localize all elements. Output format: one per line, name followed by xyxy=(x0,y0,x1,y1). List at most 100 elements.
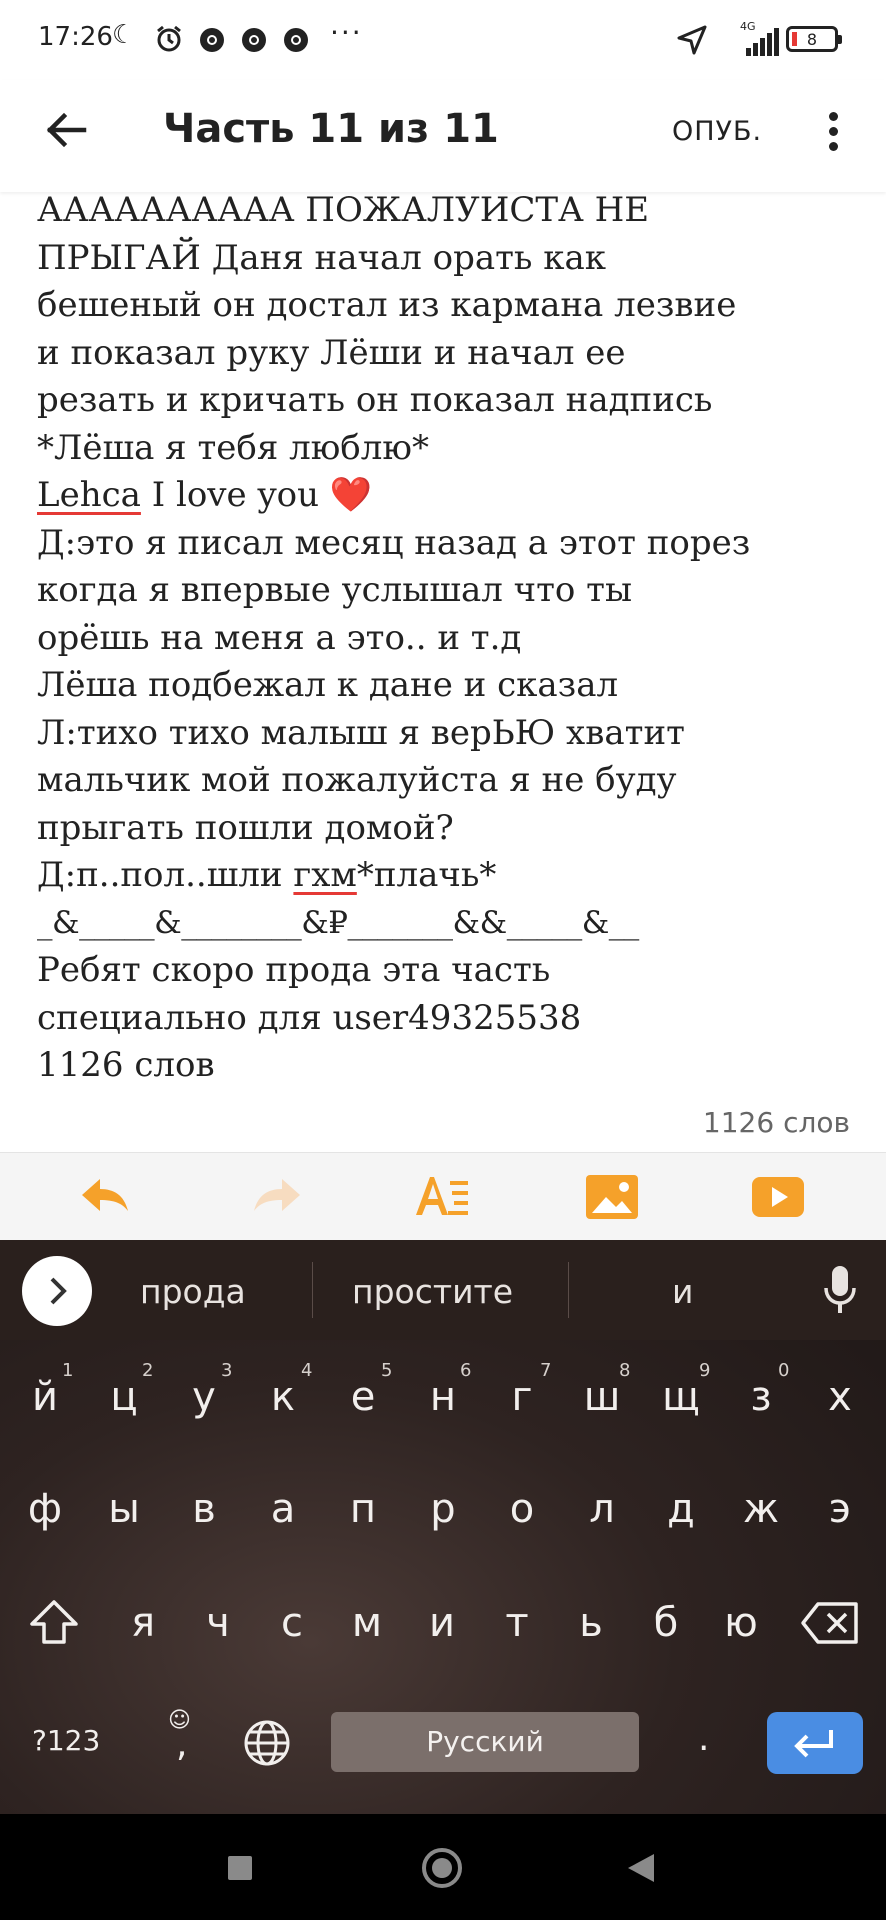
key[interactable]: э xyxy=(810,1486,870,1532)
back-arrow-icon[interactable] xyxy=(40,104,92,156)
navigation-bar xyxy=(0,1814,886,1920)
suggestion-strip: прода простите и xyxy=(0,1240,886,1340)
editor-toolbar xyxy=(0,1152,886,1242)
enter-button[interactable] xyxy=(767,1712,863,1774)
chevron-right-icon xyxy=(50,1277,67,1305)
key-hint: 6 xyxy=(460,1360,472,1381)
text-line: ПРЫГАЙ Даня начал орать как xyxy=(37,237,607,278)
text-line: АААААААААА ПОЖАЛУИСТА НЕ xyxy=(37,190,650,230)
redo-icon[interactable] xyxy=(248,1169,304,1225)
chrome-icon xyxy=(200,28,224,52)
key-hint: 1 xyxy=(62,1360,74,1381)
text-line: 1126 слов xyxy=(37,1045,215,1085)
key-hint: 7 xyxy=(540,1360,552,1381)
text-span: Д:п..пол..шли xyxy=(37,855,294,895)
key[interactable]: р xyxy=(413,1486,473,1532)
text-line: когда я впервые услышал что ты xyxy=(37,570,633,610)
key[interactable]: в xyxy=(174,1486,234,1532)
home-icon[interactable] xyxy=(420,1846,464,1890)
text-line: Д:это я писал месяц назад а этот порез xyxy=(37,522,751,563)
text-line: Д:п..пол..шли гхм*плачь* xyxy=(37,852,867,900)
word-count: 1126 слов xyxy=(702,1106,850,1139)
key[interactable]: ж xyxy=(731,1486,791,1532)
suggestion[interactable]: и xyxy=(672,1272,693,1311)
key[interactable]: т xyxy=(487,1600,547,1646)
suggestion[interactable]: прода xyxy=(140,1272,246,1311)
microphone-icon[interactable] xyxy=(820,1262,860,1318)
space-bar[interactable]: Русский xyxy=(331,1712,639,1772)
location-arrow-icon xyxy=(677,25,707,55)
text-line: специально для user49325538 xyxy=(37,997,582,1038)
chrome-icon xyxy=(242,28,266,52)
key[interactable]: ю xyxy=(711,1600,771,1646)
back-triangle-icon[interactable] xyxy=(626,1852,656,1884)
text-line: мальчик мой пожалуйста я не буду xyxy=(37,760,677,800)
expand-suggestions-button[interactable] xyxy=(22,1256,92,1326)
misspelled-word[interactable]: Lehca xyxy=(37,475,141,515)
undo-icon[interactable] xyxy=(78,1169,134,1225)
key[interactable]: д xyxy=(651,1486,711,1532)
globe-icon[interactable] xyxy=(242,1718,292,1768)
key[interactable]: ф xyxy=(15,1486,75,1532)
signal-icon: 4G xyxy=(740,20,780,56)
period-key[interactable]: . xyxy=(698,1718,709,1759)
text-line: прыгать пошли домой? xyxy=(37,807,454,848)
key[interactable]: м xyxy=(337,1600,397,1646)
text-line: резать и кричать он показал надпись xyxy=(37,380,713,420)
text-line: и показал руку Лёши и начал ее xyxy=(37,332,626,373)
key-hint: 8 xyxy=(619,1360,631,1381)
text-line: *Лёша я тебя люблю* xyxy=(37,427,429,468)
text-line: Л:тихо тихо малыш я верЬЮ хватит xyxy=(37,712,685,753)
key[interactable]: б xyxy=(636,1600,696,1646)
keyboard: прода простите и й ц у к е н г ш щ з х 1… xyxy=(0,1240,886,1814)
key[interactable]: х xyxy=(810,1374,870,1420)
text-line: _&_____&________&₽_______&&_____&__ xyxy=(37,904,639,941)
text-span: I love you xyxy=(140,475,330,515)
key[interactable]: я xyxy=(113,1600,173,1646)
network-label: 4G xyxy=(740,20,756,33)
video-icon[interactable] xyxy=(750,1169,806,1225)
app-bar: Часть 11 из 11 ОПУБ. xyxy=(0,80,886,192)
divider xyxy=(312,1262,313,1318)
suggestion[interactable]: простите xyxy=(352,1272,513,1311)
key[interactable]: и xyxy=(412,1600,472,1646)
key[interactable]: л xyxy=(572,1486,632,1532)
text-line: Ребят скоро прода эта часть xyxy=(37,950,551,990)
shift-icon[interactable] xyxy=(28,1596,80,1648)
key[interactable]: ь xyxy=(561,1600,621,1646)
misspelled-word[interactable]: гхм xyxy=(293,855,356,895)
enter-icon xyxy=(794,1730,833,1758)
symbols-key[interactable]: ?123 xyxy=(32,1724,100,1757)
comma-key[interactable]: , xyxy=(176,1724,187,1765)
key[interactable]: с xyxy=(262,1600,322,1646)
divider xyxy=(568,1262,569,1318)
text-format-icon[interactable] xyxy=(414,1169,470,1225)
key-hint: 4 xyxy=(301,1360,313,1381)
more-vert-icon[interactable] xyxy=(822,110,846,154)
key-hint: 5 xyxy=(381,1360,393,1381)
text-line: Lehca I love you ❤️ xyxy=(37,472,867,520)
status-bar: 17:26 ☾ ··· 4G 8 xyxy=(0,0,886,80)
text-span: *плачь* xyxy=(356,855,497,895)
key[interactable]: о xyxy=(492,1486,552,1532)
heart-emoji: ❤️ xyxy=(329,475,373,515)
text-line: орёшь на меня а это.. и т.д xyxy=(37,617,522,658)
key-hint: 9 xyxy=(699,1360,711,1381)
key[interactable]: п xyxy=(333,1486,393,1532)
key-hint: 2 xyxy=(142,1360,154,1381)
key-hint: 0 xyxy=(778,1360,790,1381)
publish-button[interactable]: ОПУБ. xyxy=(672,116,762,147)
battery-icon: 8 xyxy=(786,26,842,52)
key[interactable]: а xyxy=(253,1486,313,1532)
chrome-icon xyxy=(284,28,308,52)
key[interactable]: ы xyxy=(94,1486,154,1532)
battery-level: 8 xyxy=(806,30,818,49)
key[interactable]: ч xyxy=(188,1600,248,1646)
recents-icon[interactable] xyxy=(226,1854,254,1882)
image-icon[interactable] xyxy=(584,1169,640,1225)
story-text-editor[interactable]: АААААААААА ПОЖАЛУИСТА НЕ ПРЫГАЙ Даня нач… xyxy=(37,187,867,1090)
alarm-icon xyxy=(157,25,181,52)
page-title: Часть 11 из 11 xyxy=(163,106,499,152)
text-line: бешеный он достал из кармана лезвие xyxy=(37,285,737,325)
backspace-icon[interactable] xyxy=(800,1600,860,1646)
